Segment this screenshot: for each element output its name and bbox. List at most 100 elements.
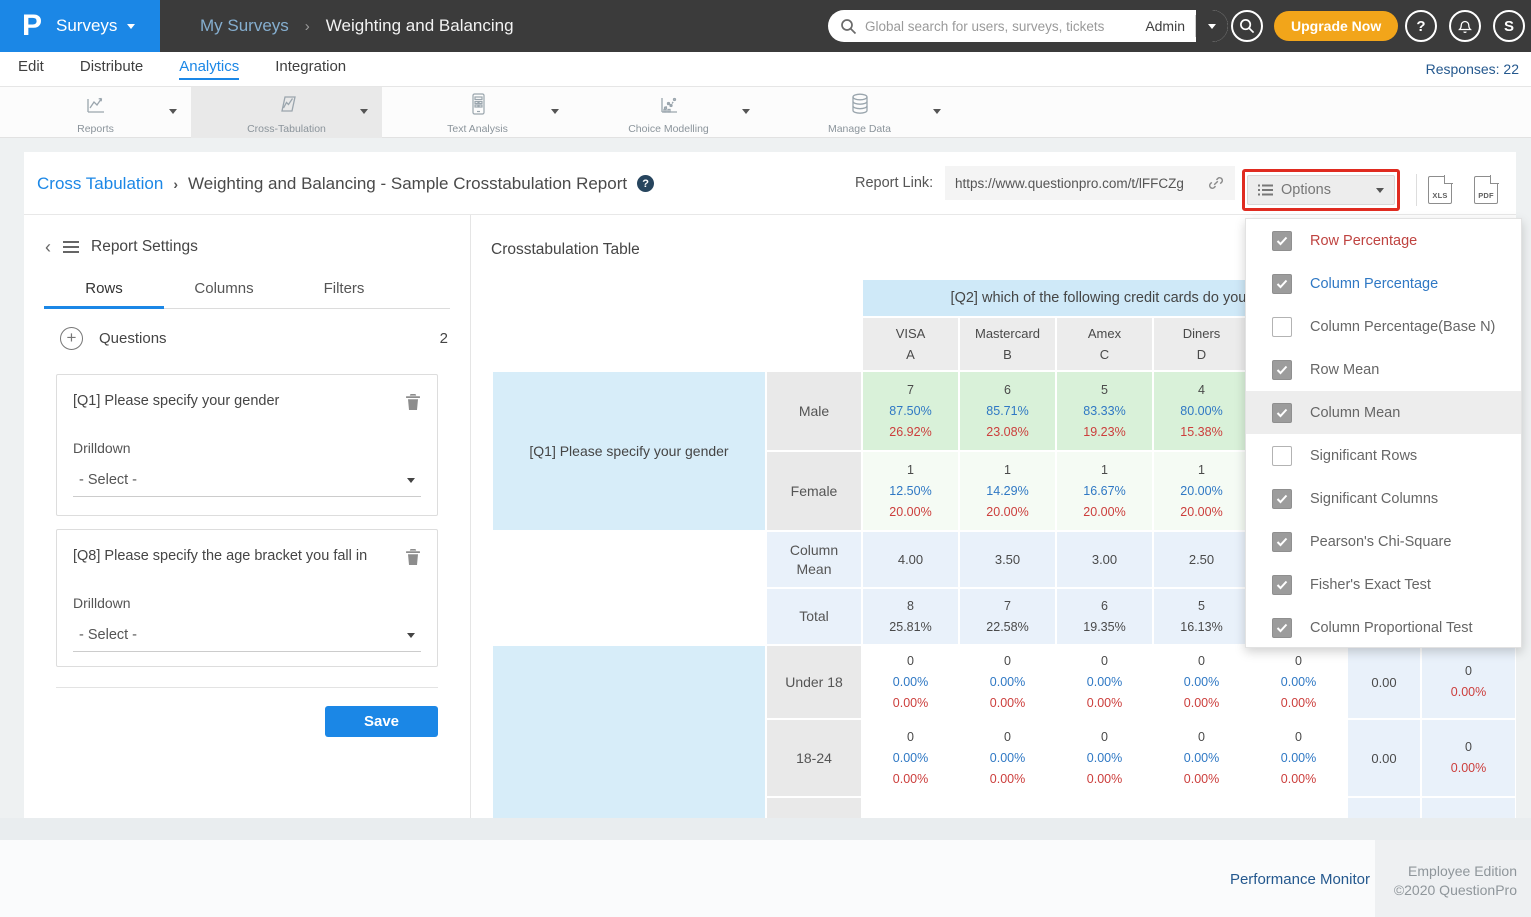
upgrade-now-button[interactable]: Upgrade Now (1274, 11, 1398, 41)
chevron-down-icon[interactable] (933, 109, 941, 114)
toolbar-item-cross-tabulation[interactable]: Cross-Tabulation (191, 87, 382, 138)
row-label-text: Mean (796, 560, 831, 579)
drilldown-label: Drilldown (73, 595, 421, 611)
data-cell-under18: 00.00%0.00% (1251, 646, 1346, 718)
toolbar-item-choice-modelling[interactable]: Choice Modelling (573, 87, 764, 138)
chevron-down-icon (127, 24, 135, 29)
checkbox-checked-icon[interactable] (1272, 403, 1292, 423)
option-pearson-s-chi-square[interactable]: Pearson's Chi-Square (1246, 520, 1521, 563)
checkbox-unchecked-icon[interactable] (1272, 446, 1292, 466)
cell-value: 0.00% (893, 748, 928, 769)
options-button[interactable]: Options (1247, 175, 1395, 205)
checkbox-checked-icon[interactable] (1272, 360, 1292, 380)
breadcrumb: My Surveys › Weighting and Balancing (200, 0, 514, 52)
bell-icon (1456, 16, 1474, 36)
cell-value: 0.00% (1184, 672, 1219, 693)
save-button[interactable]: Save (325, 706, 438, 737)
chevron-down-icon[interactable] (742, 109, 750, 114)
breadcrumb-survey-title: Weighting and Balancing (326, 16, 514, 36)
checkbox-unchecked-icon[interactable] (1272, 317, 1292, 337)
cell-value: B (1003, 344, 1012, 365)
chevron-down-icon (1208, 24, 1216, 29)
export-xls-button[interactable]: XLS (1428, 176, 1452, 204)
edition-box: Employee Edition ©2020 QuestionPro (1375, 840, 1531, 917)
option-column-proportional-test[interactable]: Column Proportional Test (1246, 606, 1521, 649)
option-column-mean[interactable]: Column Mean (1246, 391, 1521, 434)
cell-value: 16.67% (1083, 481, 1125, 502)
delete-question-button[interactable] (405, 393, 421, 416)
cell-value: 8 (907, 596, 914, 617)
global-search-input[interactable] (857, 19, 1145, 34)
nav-tab-analytics[interactable]: Analytics (179, 58, 239, 80)
search-submit-button[interactable] (1231, 10, 1263, 42)
option-fisher-s-exact-test[interactable]: Fisher's Exact Test (1246, 563, 1521, 606)
row-total-cell-age18_24: 00.00% (1422, 720, 1515, 796)
chevron-down-icon[interactable] (169, 109, 177, 114)
checkbox-checked-icon[interactable] (1272, 231, 1292, 251)
cell-value: 16.13% (1180, 617, 1222, 638)
breadcrumb-chevron-icon: › (305, 18, 310, 35)
cell-value: 3.00 (1092, 549, 1117, 570)
checkbox-checked-icon[interactable] (1272, 489, 1292, 509)
report-settings-toggle[interactable]: ‹ Report Settings (45, 238, 198, 256)
drilldown-select[interactable]: - Select - (73, 623, 421, 652)
column-header-visa: VISAA (863, 318, 958, 370)
data-cell-column-mean: 3.00 (1057, 532, 1152, 587)
report-url[interactable]: https://www.questionpro.com/t/lFFCZg (955, 176, 1199, 191)
tab-rows[interactable]: Rows (44, 272, 164, 309)
cell-value: 6 (1004, 380, 1011, 401)
checkbox-checked-icon[interactable] (1272, 274, 1292, 294)
toolbar-item-text-analysis[interactable]: Text Analysis (382, 87, 573, 138)
q8-row-header (493, 646, 765, 818)
tab-columns[interactable]: Columns (164, 272, 284, 308)
copyright-label: ©2020 QuestionPro (1375, 881, 1517, 900)
toolbar-item-reports[interactable]: Reports (0, 87, 191, 138)
data-cell-age18_24: 00.00%0.00% (1154, 720, 1249, 796)
xls-icon: XLS (1429, 191, 1451, 200)
checkbox-checked-icon[interactable] (1272, 618, 1292, 638)
option-column-percentage[interactable]: Column Percentage (1246, 262, 1521, 305)
checkbox-checked-icon[interactable] (1272, 575, 1292, 595)
chevron-down-icon[interactable] (360, 109, 368, 114)
search-scope-dropdown[interactable] (1196, 10, 1228, 42)
cell-value: 0.00% (1184, 748, 1219, 769)
export-pdf-button[interactable]: PDF (1474, 176, 1498, 204)
option-row-percentage[interactable]: Row Percentage (1246, 219, 1521, 262)
option-label: Column Proportional Test (1310, 620, 1473, 636)
help-button[interactable]: ? (1405, 10, 1437, 42)
product-menu[interactable]: P Surveys (0, 0, 160, 52)
checkbox-checked-icon[interactable] (1272, 532, 1292, 552)
breadcrumb-my-surveys[interactable]: My Surveys (200, 16, 289, 36)
cell-value: 22.58% (986, 617, 1028, 638)
nav-tab-edit[interactable]: Edit (18, 58, 44, 80)
option-row-mean[interactable]: Row Mean (1246, 348, 1521, 391)
cell-value: 20.00% (1180, 481, 1222, 502)
data-cell-column-mean: 3.50 (960, 532, 1055, 587)
tab-filters[interactable]: Filters (284, 272, 404, 308)
data-cell-under18: 00.00%0.00% (863, 646, 958, 718)
toolbar-item-manage-data[interactable]: Manage Data (764, 87, 955, 138)
cross-tabulation-link[interactable]: Cross Tabulation (37, 174, 163, 194)
option-significant-rows[interactable]: Significant Rows (1246, 434, 1521, 477)
cell-value: 0.00% (1281, 748, 1316, 769)
question-card-title: [Q1] Please specify your gender (73, 393, 405, 409)
nav-tab-distribute[interactable]: Distribute (80, 58, 143, 80)
notifications-button[interactable] (1449, 10, 1481, 42)
report-help-icon[interactable]: ? (637, 175, 654, 192)
option-column-percentage-base-n-[interactable]: Column Percentage(Base N) (1246, 305, 1521, 348)
account-avatar[interactable]: S (1493, 10, 1525, 42)
delete-question-button[interactable] (405, 548, 421, 571)
global-search-bar[interactable]: Admin (828, 10, 1228, 42)
add-question-button[interactable]: + (60, 327, 83, 350)
chevron-down-icon[interactable] (551, 109, 559, 114)
performance-monitor-link[interactable]: Performance Monitor (1230, 871, 1370, 888)
question-card-title: [Q8] Please specify the age bracket you … (73, 548, 405, 564)
drilldown-select[interactable]: - Select - (73, 468, 421, 497)
cell-value: 83.33% (1083, 401, 1125, 422)
nav-tab-integration[interactable]: Integration (275, 58, 346, 80)
divider (56, 687, 438, 688)
link-icon[interactable] (1207, 174, 1225, 192)
option-significant-columns[interactable]: Significant Columns (1246, 477, 1521, 520)
report-link-field[interactable]: https://www.questionpro.com/t/lFFCZg (945, 166, 1235, 200)
questions-label: Questions (99, 330, 424, 347)
